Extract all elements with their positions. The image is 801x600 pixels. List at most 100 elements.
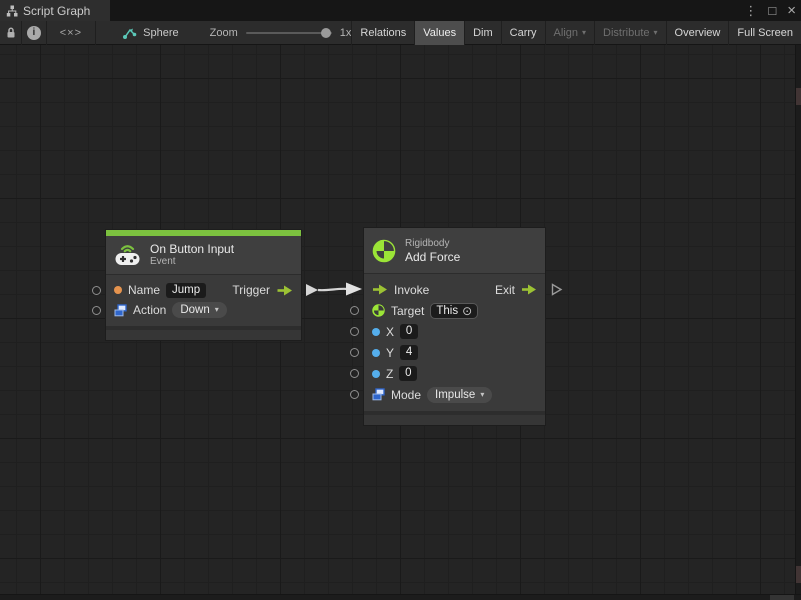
values-label: Values <box>423 27 456 39</box>
node-body: Invoke Exit Target This ⊙ <box>364 273 545 411</box>
node-footer <box>364 411 545 425</box>
target-object-field[interactable]: This ⊙ <box>430 303 478 319</box>
align-button[interactable]: Align ▾ <box>545 21 594 45</box>
float-port-icon <box>372 349 380 357</box>
chevron-down-icon: ▾ <box>215 306 219 314</box>
info-icon: i <box>27 26 41 40</box>
x-label: X <box>386 325 394 339</box>
mode-input-port[interactable] <box>350 390 359 399</box>
z-input-port[interactable] <box>350 369 359 378</box>
float-port-icon <box>372 370 380 378</box>
target-value: This <box>436 304 458 318</box>
tab-title: Script Graph <box>23 4 90 18</box>
maximize-icon[interactable]: □ <box>768 0 776 21</box>
gamepad-icon <box>114 243 141 267</box>
rigidbody-type-icon <box>372 304 385 317</box>
vertical-scrollbar[interactable] <box>795 45 801 600</box>
carry-button[interactable]: Carry <box>501 21 545 45</box>
close-icon[interactable]: × <box>787 0 796 21</box>
name-input-port[interactable] <box>92 286 101 295</box>
connection-trigger-to-invoke[interactable] <box>302 279 366 301</box>
invoke-row: Invoke Exit <box>364 279 545 300</box>
node-header: On Button Input Event <box>106 236 301 274</box>
breadcrumb-label: Sphere <box>143 27 178 39</box>
mode-label: Mode <box>391 388 421 402</box>
breadcrumb[interactable]: Sphere <box>122 26 178 40</box>
node-header: Rigidbody Add Force <box>364 228 545 273</box>
toolbar-separator <box>95 21 96 45</box>
name-row: Name Jump Trigger <box>106 280 301 300</box>
tab-script-graph[interactable]: Script Graph <box>0 0 110 21</box>
window-menu-icon[interactable]: ⋮ <box>744 0 757 21</box>
exit-flow-marker[interactable] <box>550 283 563 296</box>
horizontal-scrollbar[interactable] <box>0 594 801 600</box>
object-picker-icon[interactable]: ⊙ <box>462 304 472 318</box>
fullscreen-label: Full Screen <box>737 27 793 39</box>
action-label: Action <box>133 303 166 317</box>
info-button[interactable]: i <box>22 21 45 45</box>
action-input-port[interactable] <box>92 306 101 315</box>
exit-label: Exit <box>495 283 515 297</box>
relations-button[interactable]: Relations <box>351 21 414 45</box>
scrollbar-thumb[interactable] <box>796 88 801 105</box>
code-icon: <×> <box>60 27 82 39</box>
values-button[interactable]: Values <box>414 21 464 45</box>
zoom-slider[interactable] <box>246 32 332 34</box>
action-value: Down <box>180 303 209 317</box>
action-dropdown[interactable]: Down ▾ <box>172 302 226 318</box>
code-view-button[interactable]: <×> <box>47 21 96 45</box>
node-category: Rigidbody <box>405 238 460 250</box>
x-input[interactable]: 0 <box>400 324 418 339</box>
y-row: Y 4 <box>364 342 545 363</box>
node-subtitle: Event <box>150 256 234 268</box>
target-input-port[interactable] <box>350 306 359 315</box>
align-label: Align <box>554 27 578 39</box>
action-row: Action Down ▾ <box>106 300 301 320</box>
invoke-input-port[interactable] <box>372 284 388 295</box>
overview-label: Overview <box>675 27 721 39</box>
graph-toolbar: i <×> Sphere Zoom 1x Relations Values Di… <box>0 21 801 45</box>
scrollbar-thumb[interactable] <box>796 566 801 583</box>
node-body: Name Jump Trigger Action Down ▾ <box>106 274 301 326</box>
mode-row: Mode Impulse ▾ <box>364 384 545 405</box>
lock-icon <box>5 26 17 39</box>
node-title: Add Force <box>405 250 460 264</box>
exit-output-port[interactable] <box>521 284 537 295</box>
x-row: X 0 <box>364 321 545 342</box>
graph-pointer-icon <box>122 26 137 40</box>
zoom-control: Zoom 1x <box>210 27 352 39</box>
node-add-force[interactable]: Rigidbody Add Force Invoke Exit <box>364 228 545 425</box>
mode-dropdown[interactable]: Impulse ▾ <box>427 387 492 403</box>
node-on-button-input[interactable]: On Button Input Event Name Jump Trigger <box>106 230 301 340</box>
toolbar-buttons: Relations Values Dim Carry Align ▾ Distr… <box>351 21 801 45</box>
scrollbar-thumb[interactable] <box>770 595 794 600</box>
lock-button[interactable] <box>0 21 21 45</box>
target-row: Target This ⊙ <box>364 300 545 321</box>
name-label: Name <box>128 283 160 297</box>
distribute-button[interactable]: Distribute ▾ <box>594 21 665 45</box>
z-input[interactable]: 0 <box>399 366 417 381</box>
dim-button[interactable]: Dim <box>464 21 501 45</box>
invoke-label: Invoke <box>394 283 429 297</box>
node-title: On Button Input <box>150 242 234 256</box>
node-footer <box>106 326 301 340</box>
trigger-output-port[interactable] <box>276 285 293 296</box>
zoom-value: 1x <box>340 27 352 39</box>
trigger-label: Trigger <box>232 283 270 297</box>
y-input[interactable]: 4 <box>400 345 418 360</box>
chevron-down-icon: ▾ <box>654 29 658 37</box>
graph-canvas[interactable]: On Button Input Event Name Jump Trigger <box>0 45 801 600</box>
target-label: Target <box>391 304 424 318</box>
x-input-port[interactable] <box>350 327 359 336</box>
rigidbody-icon <box>372 239 396 263</box>
chevron-down-icon: ▾ <box>480 391 484 399</box>
graph-icon <box>6 5 18 17</box>
z-row: Z 0 <box>364 363 545 384</box>
overview-button[interactable]: Overview <box>666 21 729 45</box>
string-port-icon <box>114 286 122 294</box>
float-port-icon <box>372 328 380 336</box>
name-input[interactable]: Jump <box>166 283 206 298</box>
fullscreen-button[interactable]: Full Screen <box>728 21 801 45</box>
zoom-slider-knob[interactable] <box>321 28 331 38</box>
y-input-port[interactable] <box>350 348 359 357</box>
